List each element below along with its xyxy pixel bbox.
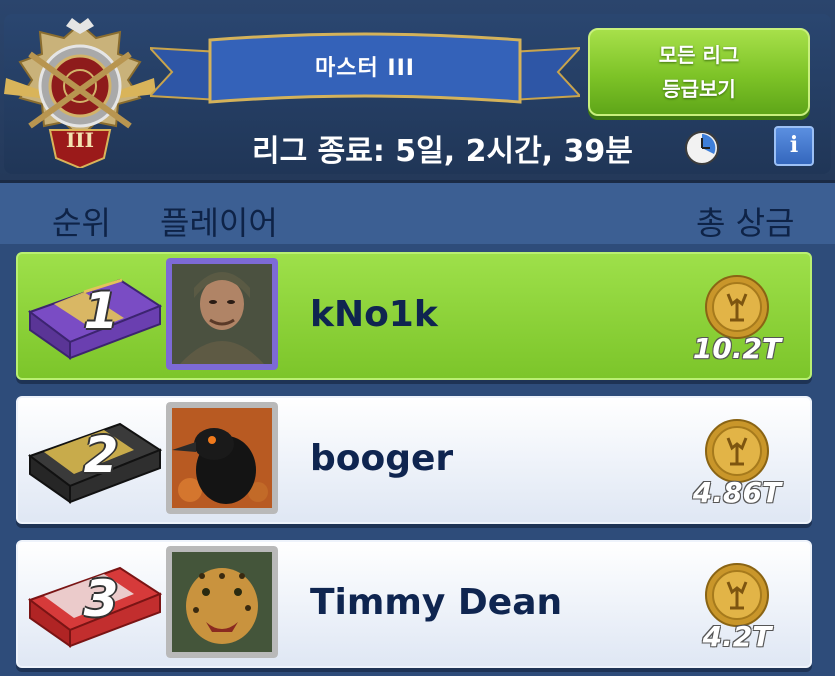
league-header: III 마스터 III 모든 리그 등급보기 리그 종료: 5일, 2시간, 3…: [0, 0, 835, 183]
leaderboard-row-1[interactable]: 1 kNo1k 10.2T: [16, 252, 812, 380]
emblem-rank-label: III: [65, 128, 95, 152]
leopard-avatar[interactable]: [166, 546, 278, 658]
soldier-avatar[interactable]: [166, 258, 278, 370]
prize-amount: 4.2T: [702, 620, 772, 653]
view-all-leagues-label-line1: 모든 리그: [658, 43, 740, 67]
column-header-rank: 순위: [52, 204, 111, 242]
rank-number: 1: [83, 282, 119, 340]
league-end-timer: 리그 종료: 5일, 2시간, 39분: [252, 134, 633, 169]
player-name: Timmy Dean: [310, 582, 563, 623]
column-header-prize: 총 상금: [696, 204, 795, 242]
gold-coin-icon: [705, 563, 769, 627]
view-all-leagues-button[interactable]: 모든 리그 등급보기: [588, 28, 810, 116]
crow-avatar[interactable]: [166, 402, 278, 514]
view-all-leagues-label-line2: 등급보기: [662, 77, 736, 101]
rank-number: 2: [83, 426, 119, 484]
leaderboard-row-2[interactable]: 2 booger 4.86T: [16, 396, 812, 524]
player-name: booger: [310, 438, 454, 479]
prize-amount: 10.2T: [692, 332, 782, 365]
column-header-player: 플레이어: [160, 204, 278, 242]
gold-coin-icon: [705, 275, 769, 339]
gold-coin-icon: [705, 419, 769, 483]
clock-icon: [685, 131, 719, 165]
player-name: kNo1k: [310, 294, 438, 335]
info-button[interactable]: i: [774, 126, 814, 166]
leaderboard-row-3[interactable]: 3 Timmy Dean 4.2T: [16, 540, 812, 668]
league-name: 마스터 III: [315, 56, 415, 81]
prize-amount: 4.86T: [692, 476, 782, 509]
rank-number: 3: [83, 570, 119, 628]
